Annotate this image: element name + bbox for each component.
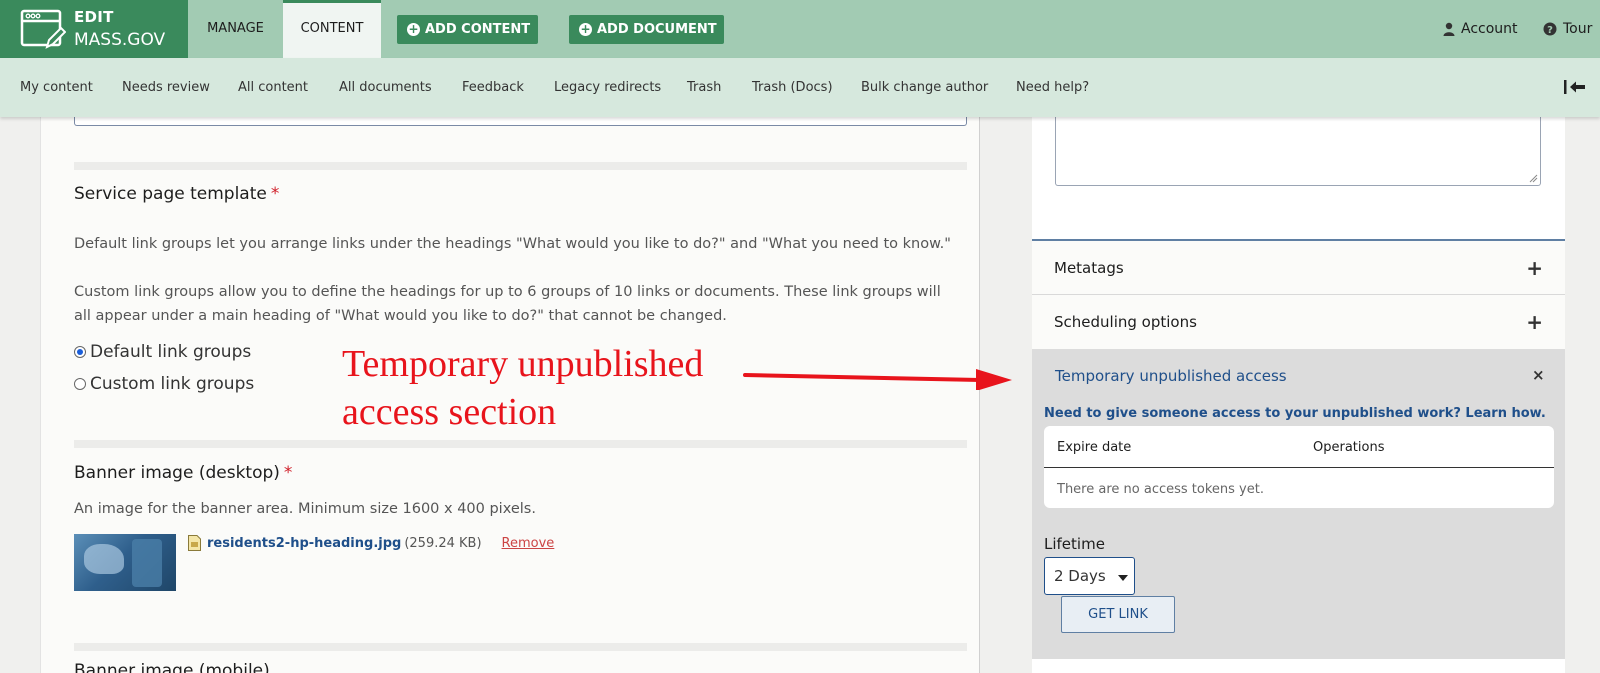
banner-image-mobile-title: Banner image (mobile) (74, 661, 270, 673)
template-description-custom: Custom link groups allow you to define t… (74, 284, 941, 324)
table-header-row: Expire date Operations (1044, 426, 1554, 468)
uploaded-file-row: residents2-hp-heading.jpg (259.24 KB) Re… (188, 535, 554, 551)
metatags-label: Metatags (1054, 258, 1124, 277)
banner-image-description: An image for the banner area. Minimum si… (74, 501, 536, 517)
tour-label: Tour (1563, 21, 1593, 37)
banner-image-title: Banner image (desktop) * (74, 463, 292, 483)
required-marker: * (283, 463, 293, 483)
tab-manage[interactable]: MANAGE (188, 0, 283, 58)
subnav-my-content[interactable]: My content (20, 58, 93, 117)
lifetime-label: Lifetime (1044, 535, 1105, 553)
brand-line1: EDIT (74, 8, 114, 26)
resize-grip-icon[interactable] (1529, 174, 1538, 183)
plus-circle-icon: + (579, 22, 592, 36)
service-template-title: Service page template * (74, 184, 279, 204)
subnav-trash[interactable]: Trash (687, 58, 721, 117)
expand-plus-icon: + (1526, 310, 1543, 334)
previous-field-input[interactable] (74, 117, 967, 126)
question-circle-icon: ? (1543, 22, 1557, 36)
remove-file-button[interactable]: Remove (502, 536, 555, 551)
admin-toolbar: EDIT MASS.GOV MANAGE CONTENT + ADD CONTE… (0, 0, 1600, 58)
image-file-icon (188, 535, 201, 551)
collapse-close-icon[interactable]: × (1532, 366, 1545, 384)
browser-edit-icon (20, 9, 66, 49)
accordion-metatags[interactable]: Metatags + (1032, 239, 1565, 294)
banner-image-thumbnail (74, 534, 176, 591)
template-description-default: Default link groups let you arrange link… (74, 236, 951, 252)
tour-link[interactable]: ? Tour (1543, 0, 1592, 58)
tab-content[interactable]: CONTENT (283, 0, 381, 58)
account-link[interactable]: Account (1443, 0, 1518, 58)
subnav-all-documents[interactable]: All documents (339, 58, 432, 117)
annotation-line2: access section (342, 391, 557, 433)
subnav-need-help[interactable]: Need help? (1016, 58, 1089, 117)
scheduling-label: Scheduling options (1054, 313, 1197, 331)
uploaded-file-link[interactable]: residents2-hp-heading.jpg (207, 536, 401, 551)
user-icon (1443, 22, 1455, 36)
tua-help-link[interactable]: Need to give someone access to your unpu… (1044, 406, 1546, 421)
svg-text:?: ? (1547, 25, 1553, 36)
col-operations: Operations (1313, 440, 1385, 455)
collapse-sidebar-icon[interactable] (1563, 78, 1587, 96)
empty-tokens-message: There are no access tokens yet. (1057, 482, 1264, 497)
radio-button[interactable] (74, 378, 86, 390)
uploaded-file-size: (259.24 KB) (404, 535, 482, 551)
edit-massgov-home[interactable]: EDIT MASS.GOV (0, 0, 188, 58)
subnav-legacy-redirects[interactable]: Legacy redirects (554, 58, 661, 117)
subnav-needs-review[interactable]: Needs review (122, 58, 210, 117)
account-label: Account (1461, 21, 1518, 37)
add-document-label: ADD DOCUMENT (597, 22, 717, 37)
service-template-label: Service page template (74, 184, 267, 204)
content-subnav: My content Needs review All content All … (0, 58, 1600, 117)
annotation-arrow-icon (743, 369, 1012, 390)
subnav-feedback[interactable]: Feedback (462, 58, 524, 117)
field-divider (74, 440, 967, 448)
get-link-button[interactable]: GET LINK (1061, 596, 1175, 633)
lifetime-select[interactable]: 2 Days (1044, 557, 1135, 595)
subnav-trash-docs[interactable]: Trash (Docs) (752, 58, 833, 117)
field-divider (74, 643, 967, 651)
lifetime-value: 2 Days (1054, 567, 1106, 585)
dropdown-arrow-icon (1118, 575, 1128, 581)
access-tokens-table: Expire date Operations There are no acce… (1044, 426, 1554, 508)
expand-plus-icon: + (1526, 255, 1543, 280)
radio-button-selected[interactable] (74, 346, 86, 358)
accordion-scheduling-options[interactable]: Scheduling options + (1032, 294, 1565, 349)
tua-section-title[interactable]: Temporary unpublished access (1055, 367, 1287, 385)
brand-line2: MASS.GOV (74, 30, 166, 50)
annotation-line1: Temporary unpublished (342, 343, 704, 385)
add-document-button[interactable]: + ADD DOCUMENT (569, 15, 724, 44)
add-content-button[interactable]: + ADD CONTENT (397, 15, 538, 44)
subnav-bulk-change-author[interactable]: Bulk change author (861, 58, 988, 117)
plus-circle-icon: + (407, 22, 420, 36)
add-content-label: ADD CONTENT (425, 22, 531, 37)
radio-custom-label: Custom link groups (90, 374, 255, 394)
radio-default-label: Default link groups (90, 342, 252, 362)
radio-custom-link-groups[interactable]: Custom link groups (74, 374, 254, 394)
required-marker: * (270, 184, 280, 204)
annotation-callout: Temporary unpublished access section (342, 340, 703, 436)
radio-default-link-groups[interactable]: Default link groups (74, 342, 251, 362)
col-expire-date: Expire date (1057, 440, 1132, 455)
field-divider (74, 162, 967, 170)
subnav-all-content[interactable]: All content (238, 58, 308, 117)
sidebar-textarea[interactable] (1055, 117, 1541, 186)
banner-image-label: Banner image (desktop) (74, 463, 280, 483)
